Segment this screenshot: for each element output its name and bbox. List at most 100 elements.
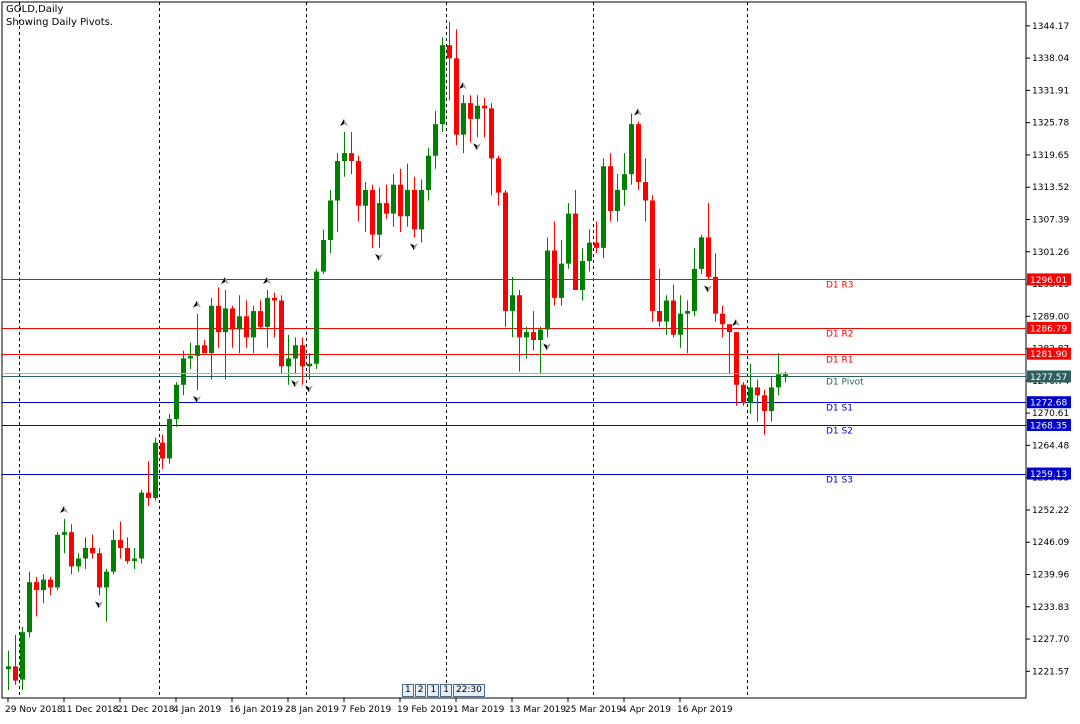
candle-body[interactable]: [755, 387, 760, 396]
candle-body[interactable]: [664, 300, 669, 322]
candle-body[interactable]: [559, 263, 564, 298]
candle-body[interactable]: [349, 153, 354, 161]
candle-body[interactable]: [475, 105, 480, 119]
candle-body[interactable]: [776, 374, 781, 388]
candle-body[interactable]: [181, 358, 186, 385]
tab-4[interactable]: 1: [440, 684, 452, 697]
candle-body[interactable]: [741, 384, 746, 404]
chart-canvas[interactable]: D1 R3 D1 R2 D1 R1 D1 Pivot D1 S1 D1 S2 D1 S3 13…: [0, 0, 1080, 720]
candle-body[interactable]: [272, 297, 277, 301]
candle-body[interactable]: [321, 239, 326, 272]
candle-body[interactable]: [580, 261, 585, 290]
candle-body[interactable]: [104, 571, 109, 588]
candle-body[interactable]: [125, 547, 130, 562]
candle-body[interactable]: [566, 213, 571, 264]
candle-body[interactable]: [314, 271, 319, 364]
candle-body[interactable]: [216, 305, 221, 333]
candle-body[interactable]: [657, 311, 662, 322]
candle-body[interactable]: [20, 632, 25, 680]
candle-body[interactable]: [545, 250, 550, 330]
candle-body[interactable]: [412, 189, 417, 230]
candle-body[interactable]: [608, 166, 613, 212]
candle-body[interactable]: [622, 174, 627, 190]
candle-body[interactable]: [440, 45, 445, 125]
candle-body[interactable]: [27, 582, 32, 633]
candle-body[interactable]: [573, 213, 578, 290]
candle-body[interactable]: [55, 534, 60, 588]
candle-body[interactable]: [769, 387, 774, 412]
candle-body[interactable]: [482, 105, 487, 109]
candle-body[interactable]: [783, 374, 788, 377]
candle-body[interactable]: [244, 316, 249, 338]
candle-body[interactable]: [398, 184, 403, 217]
candle-body[interactable]: [83, 547, 88, 559]
candle-body[interactable]: [6, 666, 11, 670]
candle-body[interactable]: [97, 553, 102, 588]
candle-body[interactable]: [713, 276, 718, 314]
candle-body[interactable]: [48, 579, 53, 588]
candle-body[interactable]: [678, 313, 683, 335]
candle-body[interactable]: [139, 492, 144, 559]
candle-body[interactable]: [160, 442, 165, 459]
tab-2[interactable]: 2: [414, 684, 427, 697]
tab-1[interactable]: 1: [402, 684, 414, 697]
candle-body[interactable]: [377, 203, 382, 235]
tab-time[interactable]: 22:30: [452, 684, 485, 697]
candle-body[interactable]: [251, 311, 256, 338]
candle-body[interactable]: [503, 192, 508, 312]
candle-body[interactable]: [692, 268, 697, 312]
candle-body[interactable]: [510, 295, 515, 312]
candle-body[interactable]: [748, 387, 753, 404]
candle-body[interactable]: [111, 540, 116, 572]
candle-body[interactable]: [419, 189, 424, 230]
candle-body[interactable]: [426, 155, 431, 190]
candle-body[interactable]: [146, 492, 151, 498]
candle-body[interactable]: [685, 311, 690, 314]
candle-body[interactable]: [734, 332, 739, 385]
candle-body[interactable]: [461, 103, 466, 135]
candle-body[interactable]: [265, 297, 270, 327]
candle-body[interactable]: [62, 532, 67, 535]
candle-body[interactable]: [594, 242, 599, 248]
candle-body[interactable]: [587, 242, 592, 262]
candle-body[interactable]: [328, 200, 333, 240]
candle-body[interactable]: [762, 395, 767, 412]
candle-body[interactable]: [69, 532, 74, 567]
candle-body[interactable]: [405, 189, 410, 217]
candle-body[interactable]: [538, 329, 543, 340]
candle-body[interactable]: [237, 316, 242, 330]
candle-body[interactable]: [531, 332, 536, 340]
candle-body[interactable]: [258, 311, 263, 327]
candle-body[interactable]: [391, 184, 396, 214]
candle-body[interactable]: [524, 332, 529, 338]
candle-body[interactable]: [153, 442, 158, 498]
candle-body[interactable]: [223, 308, 228, 333]
candle-body[interactable]: [363, 189, 368, 206]
candle-body[interactable]: [300, 345, 305, 367]
candle-body[interactable]: [727, 324, 732, 333]
candle-body[interactable]: [517, 295, 522, 338]
candle-body[interactable]: [13, 666, 18, 681]
candle-body[interactable]: [454, 58, 459, 135]
candle-body[interactable]: [76, 558, 81, 567]
candle-body[interactable]: [601, 166, 606, 248]
candle-body[interactable]: [433, 124, 438, 156]
candle-body[interactable]: [202, 345, 207, 354]
candle-body[interactable]: [650, 200, 655, 312]
candle-body[interactable]: [384, 203, 389, 214]
candle-body[interactable]: [699, 237, 704, 269]
candle-body[interactable]: [279, 300, 284, 367]
candle-body[interactable]: [629, 124, 634, 175]
candle-body[interactable]: [230, 308, 235, 330]
candle-body[interactable]: [293, 345, 298, 359]
candle-body[interactable]: [41, 579, 46, 591]
candle-body[interactable]: [132, 558, 137, 562]
candle-body[interactable]: [447, 45, 452, 59]
candle-body[interactable]: [335, 160, 340, 201]
candle-body[interactable]: [643, 182, 648, 201]
timeframe-tabs[interactable]: 1 2 1 1 22:30: [402, 684, 485, 697]
candle-body[interactable]: [307, 363, 312, 367]
candlestick-chart[interactable]: D1 R3 D1 R2 D1 R1 D1 Pivot D1 S1 D1 S2 D1 S3 13…: [0, 0, 1080, 720]
candle-body[interactable]: [615, 189, 620, 212]
candle-body[interactable]: [496, 158, 501, 193]
